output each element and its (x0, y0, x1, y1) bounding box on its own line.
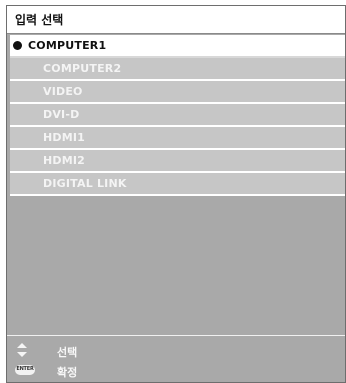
input-item-computer2[interactable]: COMPUTER2 (10, 58, 345, 81)
input-item-label: DIGITAL LINK (43, 177, 127, 190)
menu-title: 입력 선택 (15, 13, 64, 27)
input-item-label: HDMI1 (43, 131, 86, 144)
enter-key-text: ENTER (16, 366, 34, 372)
input-item-label: VIDEO (43, 85, 83, 98)
input-item-hdmi1[interactable]: HDMI1 (10, 127, 345, 150)
input-item-video[interactable]: VIDEO (10, 81, 345, 104)
input-list: COMPUTER1 COMPUTER2 VIDEO DVI-D HDMI1 HD… (10, 35, 345, 196)
input-item-digital-link[interactable]: DIGITAL LINK (10, 173, 345, 196)
input-item-hdmi2[interactable]: HDMI2 (10, 150, 345, 173)
enter-button-icon: ENTER (15, 365, 35, 375)
selected-bullet-icon (13, 41, 22, 50)
input-item-dvi-d[interactable]: DVI-D (10, 104, 345, 127)
input-item-label: COMPUTER1 (28, 39, 107, 52)
confirm-hint-label: 확정 (57, 366, 78, 379)
key-guide: 선택 ENTER 확정 (7, 335, 345, 382)
input-select-menu: 입력 선택 COMPUTER1 COMPUTER2 VIDEO DVI-D HD… (6, 5, 346, 383)
title-bar: 입력 선택 (7, 6, 345, 34)
input-item-label: HDMI2 (43, 154, 86, 167)
input-item-computer1[interactable]: COMPUTER1 (10, 35, 345, 58)
input-item-label: DVI-D (43, 108, 80, 121)
select-hint-label: 선택 (57, 346, 78, 359)
input-item-label: COMPUTER2 (43, 62, 122, 75)
up-down-arrows-icon (17, 343, 27, 357)
